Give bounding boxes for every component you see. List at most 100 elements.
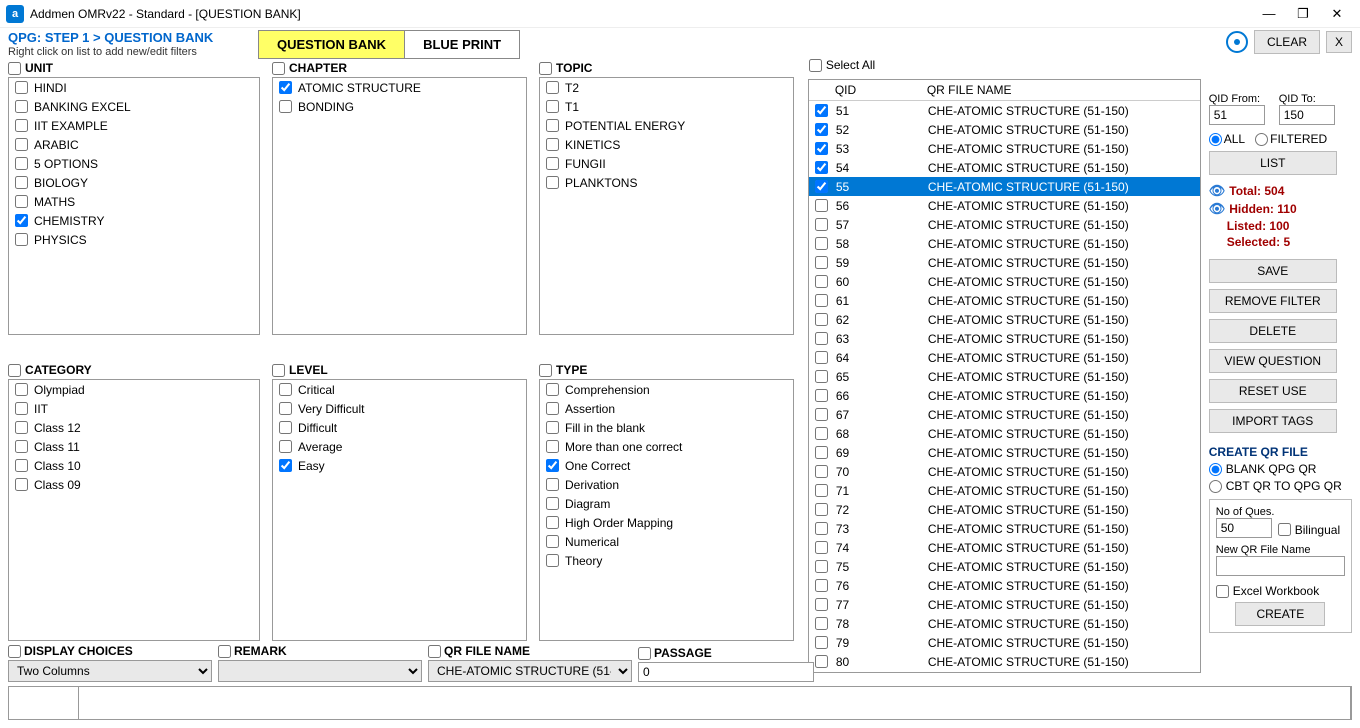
level-list[interactable]: CriticalVery DifficultDifficultAverageEa… bbox=[272, 379, 527, 641]
list-item-checkbox[interactable] bbox=[546, 119, 559, 132]
table-row[interactable]: 60CHE-ATOMIC STRUCTURE (51-150) bbox=[809, 272, 1200, 291]
table-row[interactable]: 72CHE-ATOMIC STRUCTURE (51-150) bbox=[809, 500, 1200, 519]
list-item[interactable]: Derivation bbox=[540, 475, 793, 494]
list-item[interactable]: High Order Mapping bbox=[540, 513, 793, 532]
list-item[interactable]: T1 bbox=[540, 97, 793, 116]
list-item-checkbox[interactable] bbox=[15, 214, 28, 227]
list-item[interactable]: Class 11 bbox=[9, 437, 259, 456]
list-item[interactable]: BIOLOGY bbox=[9, 173, 259, 192]
table-row[interactable]: 78CHE-ATOMIC STRUCTURE (51-150) bbox=[809, 614, 1200, 633]
remark-checkbox[interactable] bbox=[218, 645, 231, 658]
list-item-checkbox[interactable] bbox=[15, 402, 28, 415]
qid-row-checkbox[interactable] bbox=[815, 560, 828, 573]
qid-from-input[interactable] bbox=[1209, 105, 1265, 125]
qid-row-checkbox[interactable] bbox=[815, 503, 828, 516]
qid-row-checkbox[interactable] bbox=[815, 579, 828, 592]
list-item[interactable]: Easy bbox=[273, 456, 526, 475]
list-item[interactable]: KINETICS bbox=[540, 135, 793, 154]
qid-list[interactable]: 51CHE-ATOMIC STRUCTURE (51-150)52CHE-ATO… bbox=[809, 101, 1200, 672]
settings-icon[interactable] bbox=[1226, 31, 1248, 53]
list-item-checkbox[interactable] bbox=[15, 459, 28, 472]
table-row[interactable]: 57CHE-ATOMIC STRUCTURE (51-150) bbox=[809, 215, 1200, 234]
list-item-checkbox[interactable] bbox=[546, 100, 559, 113]
list-item[interactable]: HINDI bbox=[9, 78, 259, 97]
qid-row-checkbox[interactable] bbox=[815, 218, 828, 231]
list-item-checkbox[interactable] bbox=[15, 138, 28, 151]
radio-blank-qpg[interactable]: BLANK QPG QR bbox=[1209, 462, 1352, 476]
list-item-checkbox[interactable] bbox=[15, 81, 28, 94]
remove-filter-button[interactable]: REMOVE FILTER bbox=[1209, 289, 1337, 313]
minimize-button[interactable]: — bbox=[1252, 3, 1286, 25]
list-item-checkbox[interactable] bbox=[546, 138, 559, 151]
display-choices-checkbox[interactable] bbox=[8, 645, 21, 658]
table-row[interactable]: 64CHE-ATOMIC STRUCTURE (51-150) bbox=[809, 348, 1200, 367]
chapter-header[interactable]: CHAPTER bbox=[272, 59, 527, 77]
table-row[interactable]: 52CHE-ATOMIC STRUCTURE (51-150) bbox=[809, 120, 1200, 139]
radio-cbt-qr[interactable]: CBT QR TO QPG QR bbox=[1209, 479, 1352, 493]
table-row[interactable]: 58CHE-ATOMIC STRUCTURE (51-150) bbox=[809, 234, 1200, 253]
type-toggle-checkbox[interactable] bbox=[539, 364, 552, 377]
list-item-checkbox[interactable] bbox=[15, 233, 28, 246]
unit-toggle-checkbox[interactable] bbox=[8, 62, 21, 75]
table-row[interactable]: 70CHE-ATOMIC STRUCTURE (51-150) bbox=[809, 462, 1200, 481]
qid-row-checkbox[interactable] bbox=[815, 294, 828, 307]
no-of-ques-input[interactable] bbox=[1216, 518, 1272, 538]
list-item[interactable]: Diagram bbox=[540, 494, 793, 513]
list-item-checkbox[interactable] bbox=[279, 402, 292, 415]
list-item-checkbox[interactable] bbox=[546, 516, 559, 529]
list-item-checkbox[interactable] bbox=[15, 421, 28, 434]
table-row[interactable]: 61CHE-ATOMIC STRUCTURE (51-150) bbox=[809, 291, 1200, 310]
qid-row-checkbox[interactable] bbox=[815, 408, 828, 421]
unit-header[interactable]: UNIT bbox=[8, 59, 260, 77]
level-toggle-checkbox[interactable] bbox=[272, 364, 285, 377]
list-item-checkbox[interactable] bbox=[546, 440, 559, 453]
list-item[interactable]: Class 12 bbox=[9, 418, 259, 437]
table-row[interactable]: 62CHE-ATOMIC STRUCTURE (51-150) bbox=[809, 310, 1200, 329]
qid-row-checkbox[interactable] bbox=[815, 522, 828, 535]
list-item[interactable]: MATHS bbox=[9, 192, 259, 211]
table-row[interactable]: 71CHE-ATOMIC STRUCTURE (51-150) bbox=[809, 481, 1200, 500]
list-item[interactable]: Numerical bbox=[540, 532, 793, 551]
type-header[interactable]: TYPE bbox=[539, 361, 794, 379]
list-item-checkbox[interactable] bbox=[546, 535, 559, 548]
create-button[interactable]: CREATE bbox=[1235, 602, 1325, 626]
qid-row-checkbox[interactable] bbox=[815, 598, 828, 611]
list-item-checkbox[interactable] bbox=[546, 81, 559, 94]
unit-list[interactable]: HINDIBANKING EXCELIIT EXAMPLEARABIC5 OPT… bbox=[8, 77, 260, 335]
new-qr-input[interactable] bbox=[1216, 556, 1345, 576]
list-item-checkbox[interactable] bbox=[546, 459, 559, 472]
close-button[interactable]: ✕ bbox=[1320, 3, 1354, 25]
qid-row-checkbox[interactable] bbox=[815, 446, 828, 459]
list-item[interactable]: Class 09 bbox=[9, 475, 259, 494]
table-row[interactable]: 79CHE-ATOMIC STRUCTURE (51-150) bbox=[809, 633, 1200, 652]
remark-select[interactable] bbox=[218, 660, 422, 682]
list-item-checkbox[interactable] bbox=[546, 421, 559, 434]
qid-row-checkbox[interactable] bbox=[815, 180, 828, 193]
list-item[interactable]: PHYSICS bbox=[9, 230, 259, 249]
list-item-checkbox[interactable] bbox=[546, 478, 559, 491]
list-item-checkbox[interactable] bbox=[546, 157, 559, 170]
list-item-checkbox[interactable] bbox=[546, 497, 559, 510]
x-button[interactable]: X bbox=[1326, 31, 1352, 53]
view-question-button[interactable]: VIEW QUESTION bbox=[1209, 349, 1337, 373]
qid-row-checkbox[interactable] bbox=[815, 275, 828, 288]
list-item-checkbox[interactable] bbox=[279, 459, 292, 472]
category-header[interactable]: CATEGORY bbox=[8, 361, 260, 379]
qid-row-checkbox[interactable] bbox=[815, 123, 828, 136]
qid-row-checkbox[interactable] bbox=[815, 199, 828, 212]
qid-row-checkbox[interactable] bbox=[815, 256, 828, 269]
qid-row-checkbox[interactable] bbox=[815, 313, 828, 326]
category-toggle-checkbox[interactable] bbox=[8, 364, 21, 377]
list-item[interactable]: ATOMIC STRUCTURE bbox=[273, 78, 526, 97]
list-item-checkbox[interactable] bbox=[15, 100, 28, 113]
type-list[interactable]: ComprehensionAssertionFill in the blankM… bbox=[539, 379, 794, 641]
table-row[interactable]: 73CHE-ATOMIC STRUCTURE (51-150) bbox=[809, 519, 1200, 538]
chapter-list[interactable]: ATOMIC STRUCTUREBONDING bbox=[272, 77, 527, 335]
table-row[interactable]: 51CHE-ATOMIC STRUCTURE (51-150) bbox=[809, 101, 1200, 120]
list-item-checkbox[interactable] bbox=[279, 81, 292, 94]
list-item[interactable]: Theory bbox=[540, 551, 793, 570]
delete-button[interactable]: DELETE bbox=[1209, 319, 1337, 343]
list-item[interactable]: More than one correct bbox=[540, 437, 793, 456]
list-item[interactable]: One Correct bbox=[540, 456, 793, 475]
import-tags-button[interactable]: IMPORT TAGS bbox=[1209, 409, 1337, 433]
